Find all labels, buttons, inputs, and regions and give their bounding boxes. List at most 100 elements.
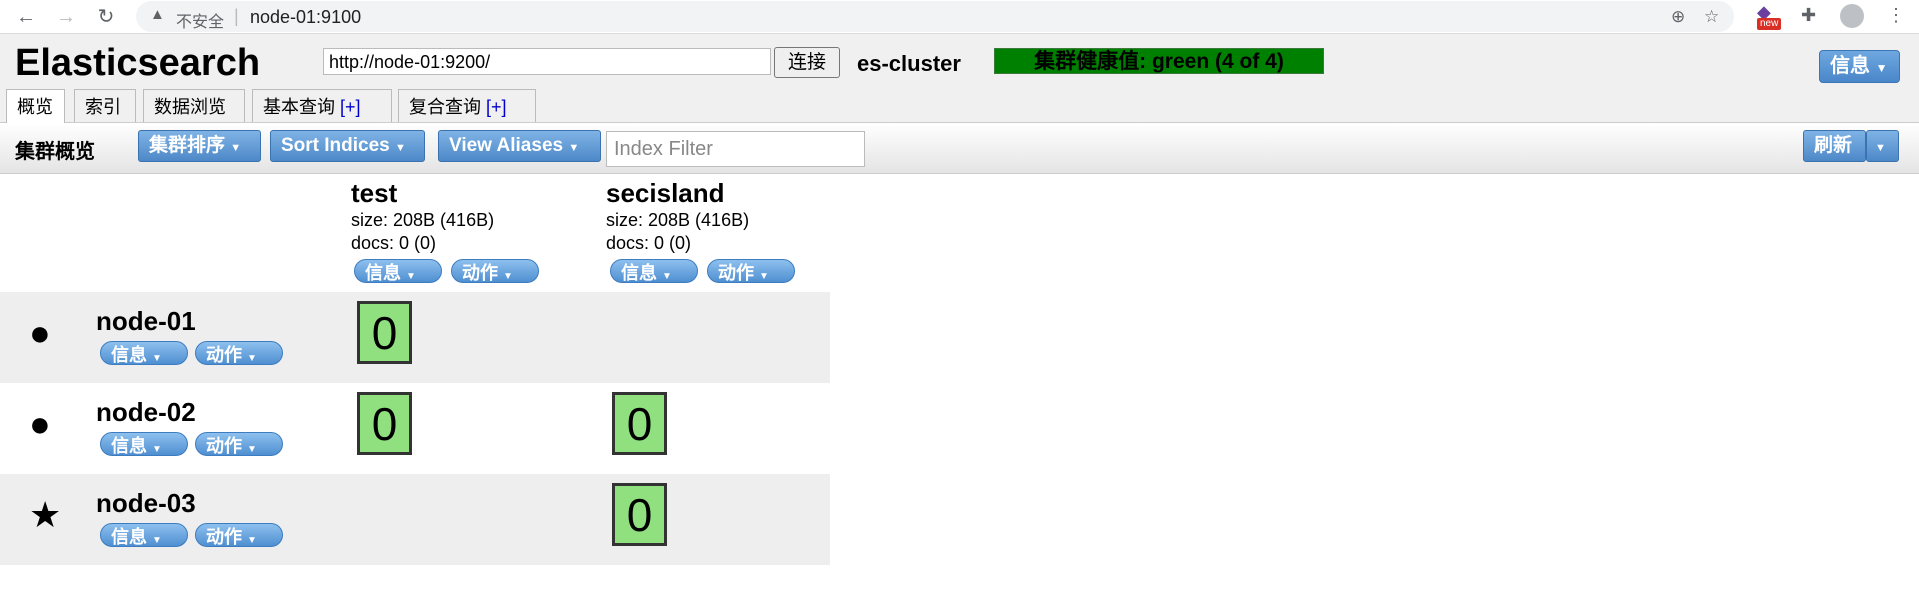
index-action-button[interactable]: 动作 ▼ [707,259,795,283]
button-label: View Aliases [449,135,564,156]
button-label: 动作 [462,263,498,283]
caret-down-icon: ▼ [662,271,672,282]
index-info-button[interactable]: 信息 ▼ [610,259,698,283]
node-name: node-01 [96,306,196,336]
refresh-button[interactable]: 刷新 [1803,130,1866,162]
index-docs: docs: 0 (0) [351,233,437,253]
refresh-dropdown-button[interactable]: ▼ [1866,130,1899,162]
tab-label: 复合查询 [409,97,481,117]
info-menu-button[interactable]: 信息 ▼ [1819,50,1900,83]
caret-down-icon: ▼ [568,142,580,154]
caret-down-icon: ▼ [1875,142,1886,154]
caret-down-icon: ▼ [1875,61,1888,75]
index-size: size: 208B (416B) [606,210,750,230]
index-action-button[interactable]: 动作 ▼ [451,259,539,283]
caret-down-icon: ▼ [247,444,257,455]
button-label: 信息 [111,527,147,547]
warning-icon: ▲ [150,6,165,23]
tab-basic-query[interactable]: 基本查询 [+] [252,89,392,122]
index-filter-input[interactable]: Index Filter [606,131,865,167]
bookmark-star-icon[interactable]: ☆ [1704,7,1719,27]
button-label: 动作 [206,527,242,547]
app-header: Elasticsearch http://node-01:9200/ 连接 es… [0,34,1919,123]
tab-overview[interactable]: 概览 [6,89,65,123]
forward-icon[interactable]: → [52,3,80,31]
back-icon[interactable]: ← [12,3,40,31]
address-bar[interactable]: ▲ 不安全 | node-01:9100 ⊕ ☆ [136,1,1734,32]
index-name: test [351,178,398,208]
tab-plus[interactable]: [+] [486,97,507,117]
brand-title: Elasticsearch [15,42,261,84]
shard-box[interactable]: 0 [612,392,667,455]
node-row: ★ node-03 信息 ▼ 动作 ▼ 0 [0,474,830,565]
view-aliases-button[interactable]: View Aliases ▼ [438,130,601,162]
master-star-icon: ★ [29,494,62,535]
button-label: 信息 [365,263,401,283]
caret-down-icon: ▼ [230,142,242,154]
caret-down-icon: ▼ [152,353,162,364]
button-label: 动作 [718,263,754,283]
puzzle-icon[interactable]: ✚ [1801,5,1816,26]
node-name: node-03 [96,488,196,518]
caret-down-icon: ▼ [152,535,162,546]
connect-url-input[interactable]: http://node-01:9200/ [323,48,771,75]
tab-label: 基本查询 [263,97,335,117]
caret-down-icon: ▼ [247,353,257,364]
tab-plus[interactable]: [+] [340,97,361,117]
tab-label: 概览 [17,97,53,117]
button-label: 动作 [206,436,242,456]
sort-cluster-button[interactable]: 集群排序 ▼ [138,130,261,162]
sort-indices-button[interactable]: Sort Indices ▼ [270,130,425,162]
index-header-secisland: secisland size: 208B (416B) docs: 0 (0) [606,178,749,255]
caret-down-icon: ▼ [247,535,257,546]
index-docs: docs: 0 (0) [606,233,692,253]
index-name: secisland [606,178,725,208]
new-badge: new [1757,18,1782,30]
tab-compound-query[interactable]: 复合查询 [+] [398,89,536,122]
menu-kebab-icon[interactable]: ⋮ [1887,5,1905,26]
tab-label: 索引 [85,97,121,117]
node-circle-icon: ● [29,403,51,444]
node-info-button[interactable]: 信息 ▼ [100,341,188,365]
node-row: ● node-01 信息 ▼ 动作 ▼ 0 [0,292,830,383]
node-info-button[interactable]: 信息 ▼ [100,432,188,456]
node-action-button[interactable]: 动作 ▼ [195,341,283,365]
button-label: 动作 [206,345,242,365]
index-info-button[interactable]: 信息 ▼ [354,259,442,283]
button-label: 信息 [111,436,147,456]
zoom-icon[interactable]: ⊕ [1671,7,1685,27]
node-info-button[interactable]: 信息 ▼ [100,523,188,547]
caret-down-icon: ▼ [503,271,513,282]
node-circle-icon: ● [29,312,51,353]
tab-indices[interactable]: 索引 [74,89,136,122]
browser-toolbar: ← → ↻ ▲ 不安全 | node-01:9100 ⊕ ☆ ◆ new ✚ ⋮ [0,0,1919,34]
insecure-label: 不安全 [176,14,225,31]
cluster-health-badge: 集群健康值: green (4 of 4) [994,48,1324,74]
caret-down-icon: ▼ [395,142,406,154]
overview-toolbar: 集群概览 集群排序 ▼ Sort Indices ▼ View Aliases … [0,123,1919,174]
node-action-button[interactable]: 动作 ▼ [195,523,283,547]
url-text[interactable]: node-01:9100 [250,7,361,28]
avatar[interactable] [1840,4,1864,28]
connect-button[interactable]: 连接 [774,47,840,78]
toolbar-title: 集群概览 [15,141,95,163]
index-header-test: test size: 208B (416B) docs: 0 (0) [351,178,494,255]
caret-down-icon: ▼ [152,444,162,455]
node-action-button[interactable]: 动作 ▼ [195,432,283,456]
reload-icon[interactable]: ↻ [92,3,120,31]
index-size: size: 208B (416B) [351,210,495,230]
node-row: ● node-02 信息 ▼ 动作 ▼ 0 0 [0,383,830,474]
separator: | [234,6,239,26]
node-name: node-02 [96,397,196,427]
button-label: 集群排序 [149,135,226,156]
shard-box[interactable]: 0 [357,392,412,455]
tab-browser[interactable]: 数据浏览 [143,89,245,122]
button-label: Sort Indices [281,135,390,156]
info-menu-label: 信息 [1830,55,1870,77]
tab-label: 数据浏览 [154,97,226,117]
shard-box[interactable]: 0 [612,483,667,546]
caret-down-icon: ▼ [406,271,416,282]
button-label: 信息 [111,345,147,365]
button-label: 信息 [621,263,657,283]
shard-box[interactable]: 0 [357,301,412,364]
